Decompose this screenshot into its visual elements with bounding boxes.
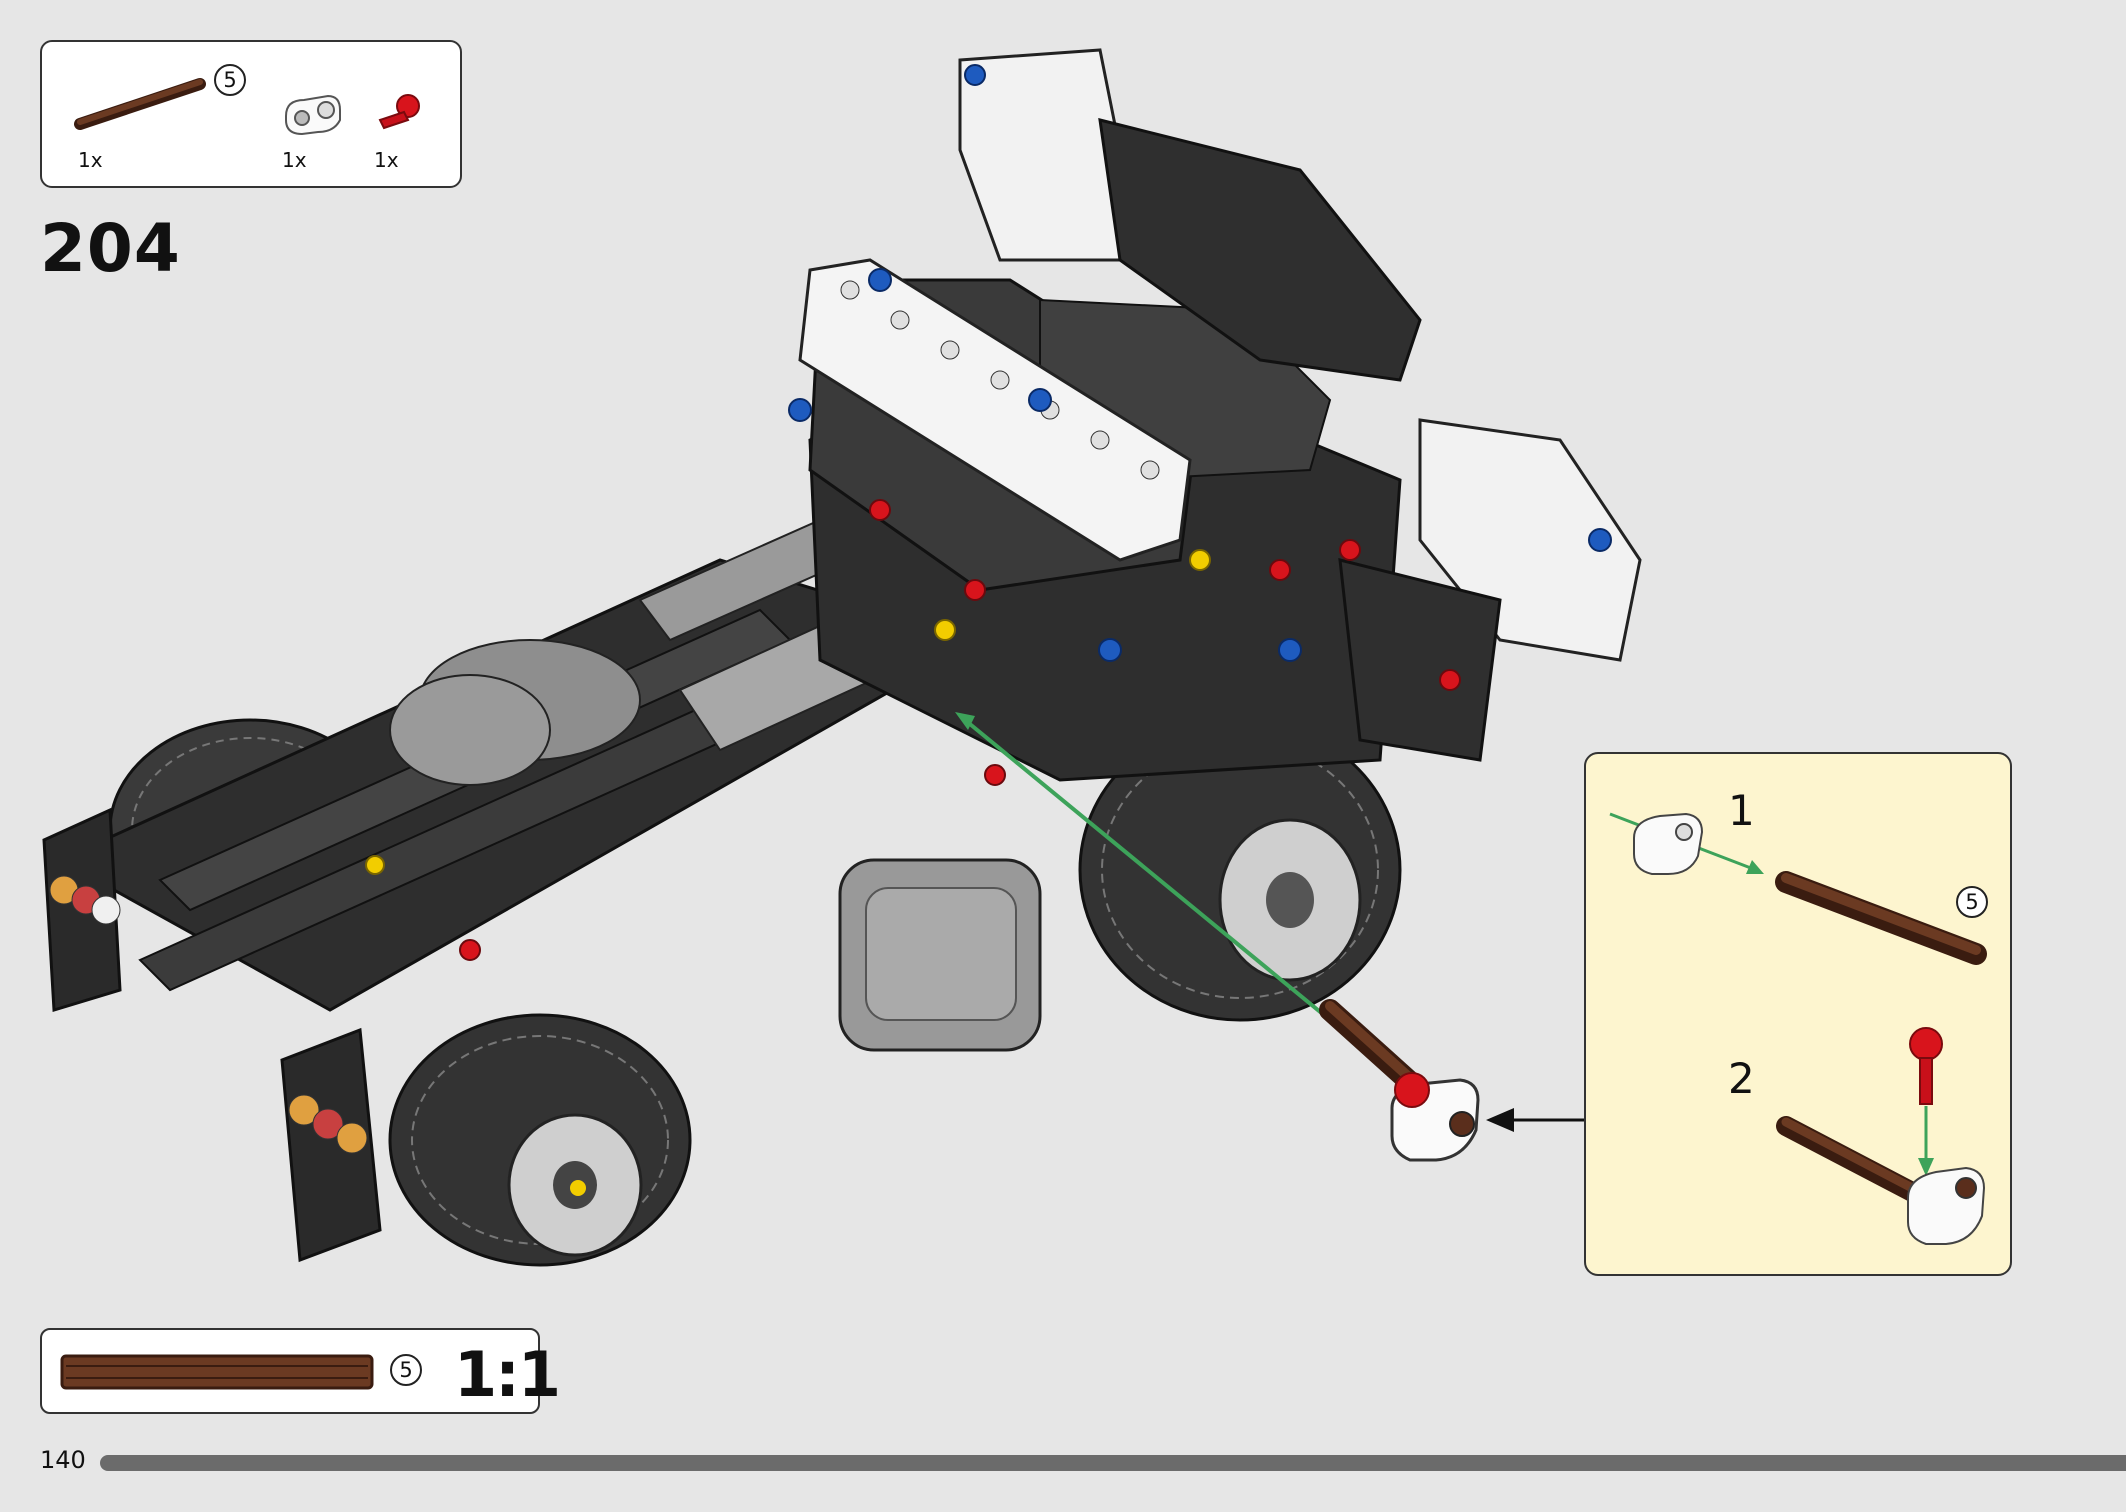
fuel-tank — [838, 858, 1042, 1052]
callout-pointer-arrowhead — [1486, 1108, 1514, 1132]
rear-wheel-near — [388, 1013, 692, 1267]
rear-light-panel-right — [280, 1027, 382, 1263]
scale-label: 1:1 — [454, 1338, 561, 1411]
substep-2-illustration — [1776, 1027, 1986, 1245]
right-white-assembly — [1338, 418, 1642, 762]
subassembly-preview — [1319, 999, 1480, 1162]
progress-bar — [100, 1455, 2126, 1471]
scale-axle-length-badge: 5 — [390, 1354, 422, 1386]
rear-light-panel-left — [42, 807, 122, 1012]
scale-check-box: 5 1:1 — [40, 1328, 561, 1414]
page-number: 140 — [40, 1446, 86, 1474]
callout-substeps-box: 1 5 2 — [1584, 752, 2012, 1276]
axle-scale-icon — [60, 1354, 374, 1390]
